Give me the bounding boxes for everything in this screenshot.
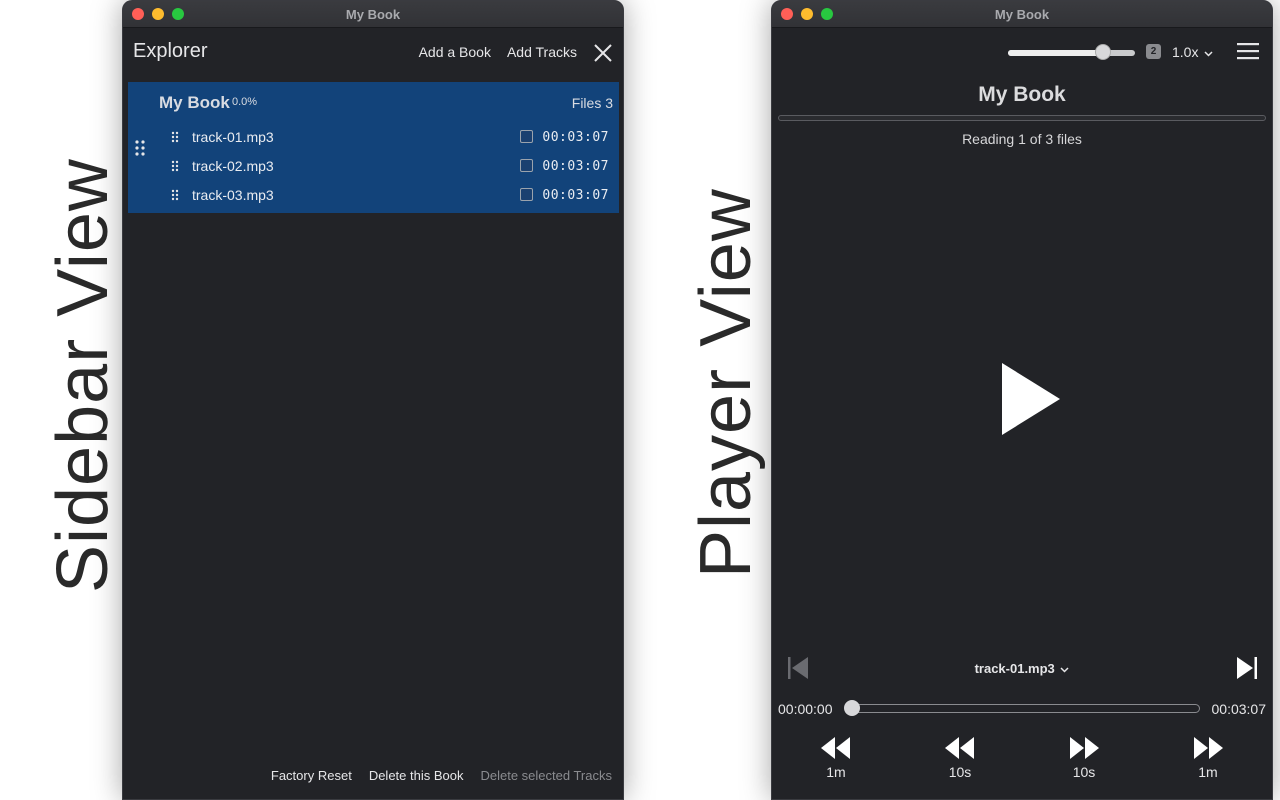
titlebar: My Book <box>772 1 1272 28</box>
track-checkbox[interactable] <box>520 188 533 201</box>
player-window: My Book 2 1.0x My Book Reading 1 of 3 fi… <box>771 0 1273 800</box>
drag-handle-icon[interactable] <box>171 160 179 172</box>
delete-selected-tracks-button[interactable]: Delete selected Tracks <box>480 768 612 783</box>
speed-value: 1.0x <box>1172 44 1199 60</box>
rewind-10s-icon <box>945 737 974 759</box>
explorer-header: Explorer Add a Book Add Tracks <box>123 28 623 74</box>
factory-reset-button[interactable]: Factory Reset <box>271 768 352 783</box>
player-view-caption: Player View <box>686 188 766 578</box>
track-duration: 00:03:07 <box>542 159 609 174</box>
track-row[interactable]: track-01.mp3 00:03:07 <box>128 126 619 148</box>
close-icon[interactable] <box>593 43 613 63</box>
window-title: My Book <box>994 7 1050 22</box>
skip-label: 1m <box>1198 764 1218 780</box>
forward-1m-icon <box>1194 737 1223 759</box>
explorer-title: Explorer <box>133 40 208 62</box>
book-title: My Book <box>978 83 1066 106</box>
track-checkbox[interactable] <box>520 159 533 172</box>
volume-knob[interactable] <box>1095 44 1112 60</box>
current-time: 00:00:00 <box>778 701 833 717</box>
current-track: track-01.mp3 <box>974 661 1055 676</box>
track-duration: 00:03:07 <box>542 188 609 203</box>
next-track-icon[interactable] <box>1236 656 1258 680</box>
track-checkbox[interactable] <box>520 130 533 143</box>
seek-slider[interactable] <box>846 704 1200 713</box>
titlebar: My Book <box>123 1 623 28</box>
drag-handle-icon[interactable] <box>171 189 179 201</box>
forward-10s-button[interactable]: 10s <box>1054 735 1114 780</box>
explorer-window: My Book Explorer Add a Book Add Tracks M… <box>122 0 624 800</box>
seek-knob[interactable] <box>844 700 860 716</box>
track-duration: 00:03:07 <box>542 130 609 145</box>
menu-icon[interactable] <box>1237 42 1259 60</box>
volume-slider[interactable] <box>1008 50 1135 56</box>
skip-label: 1m <box>826 764 846 780</box>
forward-1m-button[interactable]: 1m <box>1178 735 1238 780</box>
rewind-10s-button[interactable]: 10s <box>930 735 990 780</box>
track-name: track-01.mp3 <box>192 129 274 145</box>
total-time: 00:03:07 <box>1211 701 1267 717</box>
rewind-1m-icon <box>821 737 850 759</box>
add-book-button[interactable]: Add a Book <box>419 44 491 60</box>
explorer-footer: Factory Reset Delete this Book Delete se… <box>271 768 612 783</box>
sidebar-view-caption: Sidebar View <box>43 158 123 593</box>
book-progress-bar <box>778 115 1266 121</box>
chevron-down-icon <box>1204 51 1213 57</box>
chevron-down-icon <box>1060 667 1069 673</box>
window-title: My Book <box>345 7 401 22</box>
track-row[interactable]: track-03.mp3 00:03:07 <box>128 184 619 206</box>
volume-badge: 2 <box>1146 44 1161 59</box>
forward-10s-icon <box>1070 737 1099 759</box>
rewind-1m-button[interactable]: 1m <box>806 735 866 780</box>
speed-select[interactable]: 1.0x <box>1172 44 1213 60</box>
volume-fill <box>1008 50 1104 56</box>
player-toolbar: 2 1.0x <box>772 28 1272 78</box>
explorer-actions: Add a Book Add Tracks <box>419 42 613 62</box>
skip-label: 10s <box>948 764 972 780</box>
book-name: My Book <box>159 93 230 112</box>
skip-label: 10s <box>1072 764 1096 780</box>
delete-book-button[interactable]: Delete this Book <box>369 768 464 783</box>
play-icon[interactable] <box>1002 363 1060 435</box>
reading-status: Reading 1 of 3 files <box>962 131 1082 147</box>
book-file-count: Files 3 <box>571 95 613 111</box>
book-progress: 0.0% <box>232 96 258 108</box>
track-name: track-02.mp3 <box>192 158 274 174</box>
drag-handle-icon[interactable] <box>171 131 179 143</box>
track-select[interactable]: track-01.mp3 <box>772 661 1272 676</box>
add-tracks-button[interactable]: Add Tracks <box>507 44 577 60</box>
book-item[interactable]: My Book 0.0% Files 3 track-01.mp3 00:03:… <box>128 82 619 213</box>
track-name: track-03.mp3 <box>192 187 274 203</box>
track-row[interactable]: track-02.mp3 00:03:07 <box>128 155 619 177</box>
